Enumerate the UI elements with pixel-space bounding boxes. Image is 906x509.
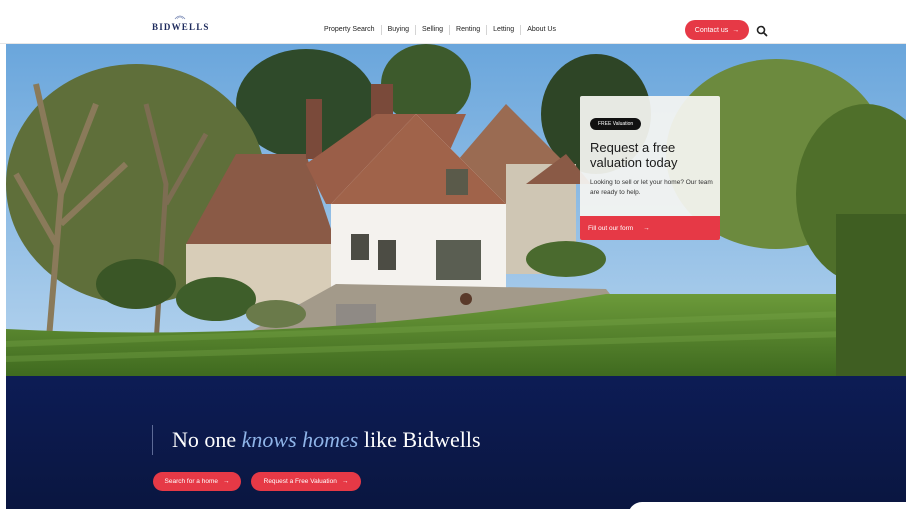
valuation-card-text: Looking to sell or let your home? Our te…: [590, 179, 713, 196]
headline-end: like Bidwells: [358, 427, 481, 452]
tagline-rule: [152, 425, 153, 455]
contact-us-label: Contact us: [694, 26, 729, 34]
arrow-right-icon: →: [643, 224, 650, 232]
headline-accent: knows homes: [241, 427, 359, 452]
hero-headline: No one knows homes like Bidwells: [172, 427, 481, 453]
bottom-right-panel: [628, 502, 906, 509]
request-valuation-button[interactable]: Request a Free Valuation →: [251, 472, 361, 491]
arrow-right-icon: →: [341, 478, 349, 485]
valuation-card: FREE Valuation Request a free valuation …: [580, 96, 720, 240]
search-for-home-button[interactable]: Search for a home →: [153, 472, 241, 491]
hero-banner: [6, 44, 906, 376]
nav-item-buying[interactable]: Buying: [382, 24, 415, 36]
valuation-card-title: Request a free valuation today: [590, 140, 678, 170]
logo[interactable]: BIDWELLS: [152, 14, 208, 34]
nav-item-letting[interactable]: Letting: [487, 24, 520, 36]
fill-out-form-label: Fill out our form: [588, 224, 634, 232]
search-icon[interactable]: [756, 25, 768, 37]
request-valuation-label: Request a Free Valuation: [263, 478, 337, 485]
fill-out-form-button[interactable]: Fill out our form →: [580, 216, 720, 240]
nav-item-about-us[interactable]: About Us: [521, 24, 562, 36]
arrow-right-icon: →: [732, 26, 740, 34]
nav-item-selling[interactable]: Selling: [416, 24, 449, 36]
search-for-home-label: Search for a home: [164, 478, 218, 485]
logo-mark-icon: [174, 15, 186, 20]
contact-us-button[interactable]: Contact us →: [685, 20, 749, 40]
nav-item-renting[interactable]: Renting: [450, 24, 486, 36]
page: BIDWELLS Property Search Buying Selling …: [0, 0, 906, 509]
logo-text: BIDWELLS: [152, 22, 210, 32]
main-nav: Property Search Buying Selling Renting L…: [318, 24, 562, 36]
nav-item-property-search[interactable]: Property Search: [318, 24, 381, 36]
free-valuation-badge: FREE Valuation: [590, 118, 642, 130]
hero-house-photo: [6, 44, 906, 376]
site-header: BIDWELLS Property Search Buying Selling …: [0, 0, 906, 44]
headline-start: No one: [172, 427, 242, 452]
arrow-right-icon: →: [222, 478, 230, 485]
